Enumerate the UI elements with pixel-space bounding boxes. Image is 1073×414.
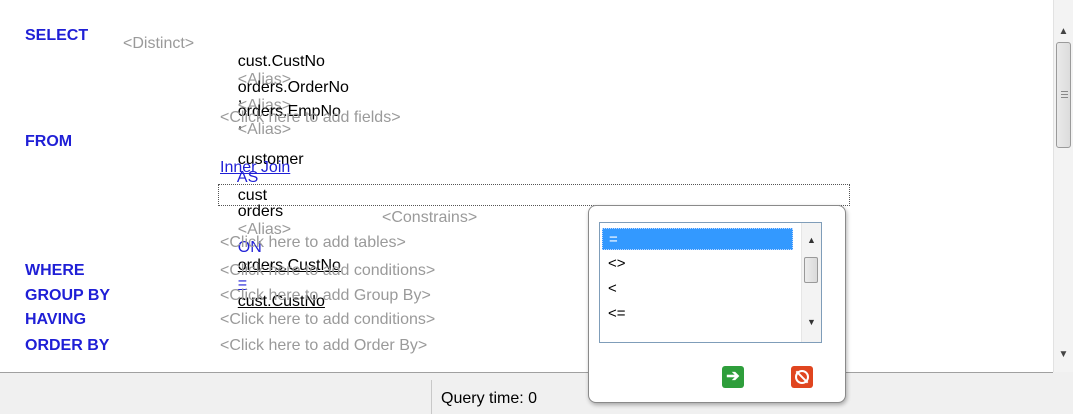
group-by-keyword: GROUP BY [25, 287, 111, 304]
select-keyword: SELECT [25, 27, 89, 44]
list-scroll-thumb[interactable] [804, 257, 818, 283]
having-keyword: HAVING [25, 311, 87, 328]
status-separator [431, 380, 432, 414]
list-scroll-down-icon[interactable]: ▼ [802, 313, 821, 331]
add-fields-link[interactable]: <Click here to add fields> [220, 109, 401, 127]
grip-line [1061, 97, 1068, 98]
distinct-placeholder[interactable]: <Distinct> [123, 35, 194, 53]
grip-line [1061, 94, 1068, 95]
operator-option[interactable]: <= [602, 303, 793, 325]
join-type-link[interactable]: Inner Join [220, 159, 290, 177]
add-tables-link[interactable]: <Click here to add tables> [220, 234, 406, 252]
constrains-placeholder[interactable]: <Constrains> [382, 209, 477, 227]
operator-option[interactable]: < [602, 278, 793, 300]
operator-list[interactable]: = <> < <= ▲ ▼ [599, 222, 822, 343]
join-line[interactable]: orders <Alias> ON orders.CustNo = cust.C… [220, 185, 341, 329]
join-table[interactable]: orders [238, 203, 283, 220]
scroll-down-arrow-icon[interactable]: ▼ [1054, 345, 1073, 365]
from-keyword: FROM [25, 133, 73, 150]
add-having-link[interactable]: <Click here to add conditions> [220, 311, 435, 329]
add-conditions-link[interactable]: <Click here to add conditions> [220, 262, 435, 280]
add-group-by-link[interactable]: <Click here to add Group By> [220, 287, 431, 305]
operator-picker-popup: = <> < <= ▲ ▼ ➔ [588, 205, 846, 403]
order-by-keyword: ORDER BY [25, 337, 110, 354]
scroll-thumb[interactable] [1056, 42, 1071, 148]
sql-query-builder: SELECT <Distinct> cust.CustNo <Alias> , … [0, 0, 1053, 373]
operator-list-scrollbar[interactable]: ▲ ▼ [801, 223, 821, 342]
operator-option[interactable]: = [602, 228, 793, 250]
grip-line [1061, 91, 1068, 92]
editor-vertical-scrollbar[interactable]: ▲ ▼ [1053, 0, 1073, 372]
scroll-up-arrow-icon[interactable]: ▲ [1054, 22, 1073, 42]
operator-option[interactable]: <> [602, 253, 793, 275]
where-keyword: WHERE [25, 262, 85, 279]
add-order-by-link[interactable]: <Click here to add Order By> [220, 337, 427, 355]
confirm-arrow-icon[interactable]: ➔ [722, 366, 744, 388]
query-time-label: Query time: 0 [441, 390, 538, 407]
cancel-icon[interactable] [791, 366, 813, 388]
list-scroll-up-icon[interactable]: ▲ [802, 231, 821, 249]
